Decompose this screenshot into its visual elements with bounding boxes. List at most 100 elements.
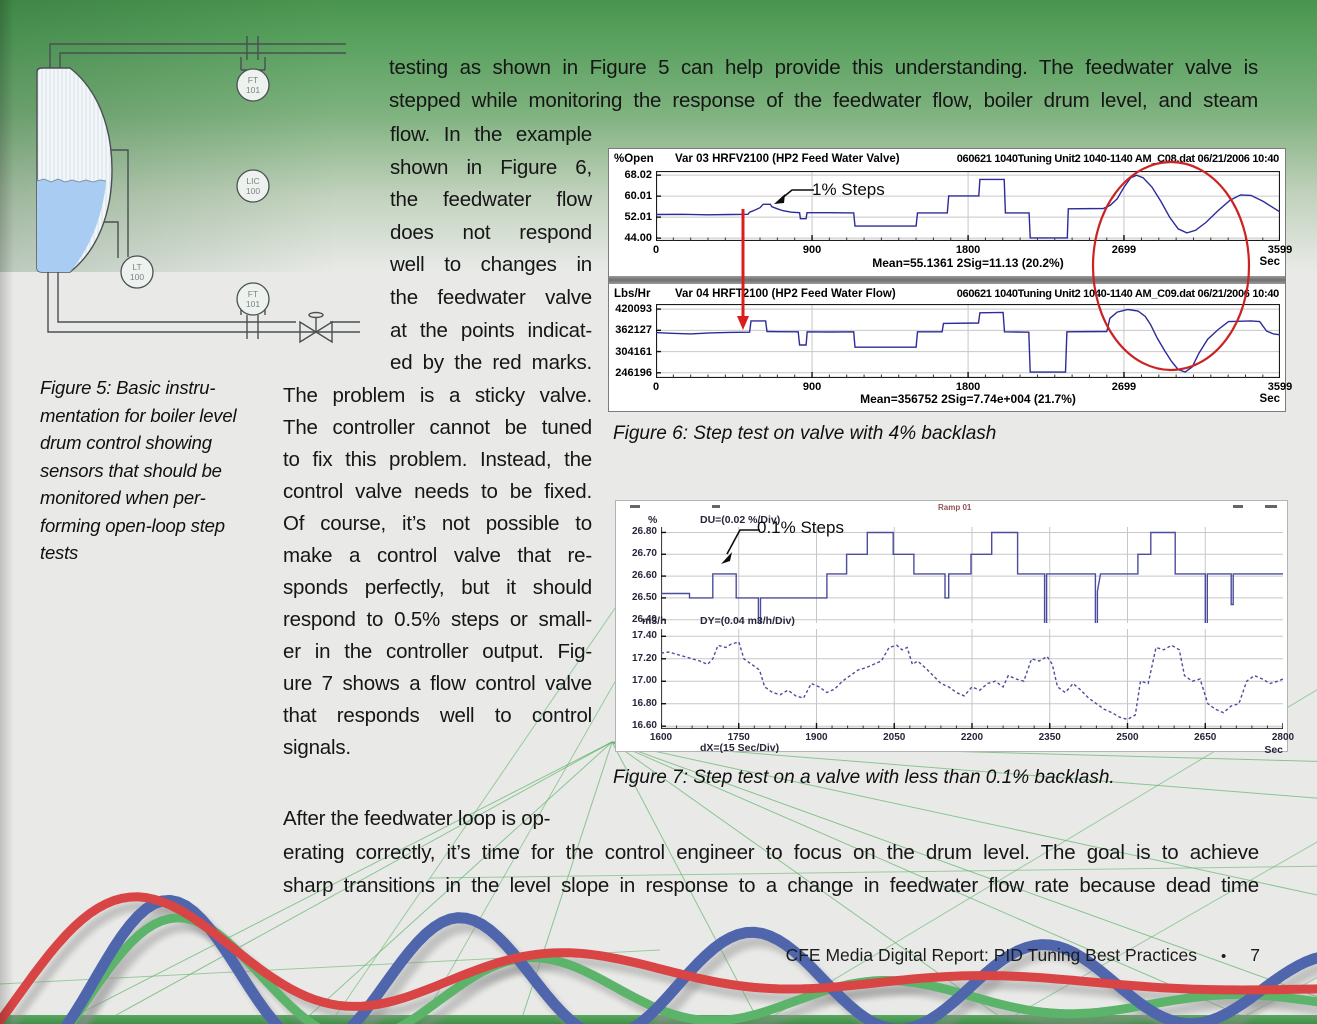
text-line: make a control valve that re- <box>283 540 592 572</box>
fig6-steps-annotation: 1% Steps <box>812 180 885 200</box>
text-line: Figure 5: Basic instru- <box>40 374 258 402</box>
fig6-bottom-chart-xtick: 3599 <box>1258 381 1302 393</box>
footer-page-number: 7 <box>1250 945 1260 965</box>
ft-101-steam-label-line2: 101 <box>246 85 260 95</box>
fig6-top-chart-xtick: 900 <box>790 244 834 256</box>
fig7-bottom-chart-ytick: 17.20 <box>613 653 657 664</box>
lic-100-label-line1: LIC <box>246 176 259 186</box>
fig6-bottom-chart-xtick: 1800 <box>946 381 990 393</box>
fig7-ramp-label: Ramp 01 <box>938 503 971 512</box>
drum-water-level <box>37 179 106 272</box>
fig6-bottom-chart-ytick: 246196 <box>608 367 652 379</box>
text-line: sensors that should be <box>40 457 258 485</box>
fig7-toolbar-mark <box>712 505 720 508</box>
instrument-bubbles: FT 101 LIC 100 LT 100 FT 101 <box>121 69 269 315</box>
text-line: The controller cannot be tuned <box>283 412 592 444</box>
text-line: sponds perfectly, but it should <box>283 572 592 604</box>
fig6-bottom-chart-ytick: 362127 <box>608 324 652 336</box>
text-line: monitored when per- <box>40 484 258 512</box>
text-line: does not respond <box>390 217 592 250</box>
fig6-bottom-chart-xtick: 2699 <box>1102 381 1146 393</box>
fig7-bottom-chart-xunit: Sec <box>1243 744 1283 756</box>
fig7-dy-scale-label: DY=(0.04 m3/h/Div) <box>700 615 795 627</box>
text-line: tests <box>40 539 258 567</box>
text-line: ure 7 shows a flow control valve <box>283 668 592 700</box>
fig6-bottom-unit-label: Lbs/Hr <box>614 288 650 300</box>
text-line: the feedwater valve <box>390 282 592 315</box>
text-line: flow. In the example <box>390 119 592 152</box>
fig6-bottom-chart-ytick: 304161 <box>608 346 652 358</box>
fig7-bottom-chart-ytick: 17.00 <box>613 675 657 686</box>
lic-100-label-line2: 100 <box>246 186 260 196</box>
fig7-bottom-chart-xtick: 2500 <box>1106 732 1150 743</box>
fig7-top-chart-ytick: 26.60 <box>613 570 657 581</box>
figure5-boiler-drum-diagram: FT 101 LIC 100 LT 100 FT 101 <box>0 0 400 380</box>
text-line: stepped while monitoring the response of… <box>389 85 1258 118</box>
fig6-top-unit-label: %Open <box>614 153 654 165</box>
figure6-caption: Figure 6: Step test on valve with 4% bac… <box>613 423 996 445</box>
column-paragraph-sticky-valve: The problem is a sticky valve.The contro… <box>283 380 592 764</box>
text-line: signals. <box>283 732 592 764</box>
text-line: well to changes in <box>390 249 592 282</box>
fig7-bottom-plot-area <box>661 629 1283 729</box>
fig7-top-chart-ytick: 26.80 <box>613 526 657 537</box>
fig6-top-chart-xtick: 0 <box>634 244 678 256</box>
fig6-top-chart-xtick: 3599 <box>1258 244 1302 256</box>
ft-101-steam-label-line1: FT <box>248 75 258 85</box>
fig6-bottom-chart-xtick: 900 <box>790 381 834 393</box>
figure5-caption: Figure 5: Basic instru-mentation for boi… <box>40 374 258 567</box>
fig6-top-chart-xtick: 1800 <box>946 244 990 256</box>
after-feedwater-paragraph: After the feedwater loop is op- <box>283 803 703 836</box>
fig6-bottom-chart-xtick: 0 <box>634 381 678 393</box>
text-line: er in the controller output. Fig- <box>283 636 592 668</box>
ft-101-feedwater-label-line2: 101 <box>246 299 260 309</box>
fig6-top-chart-ytick: 52.01 <box>608 211 652 223</box>
figure7-caption: Figure 7: Step test on a valve with less… <box>613 767 1115 789</box>
lt-100-label-line1: LT <box>132 262 141 272</box>
fig6-red-step-arrow <box>734 206 752 332</box>
fig7-toolbar-mark <box>630 505 640 508</box>
fig6-bottom-chart-xunit: Sec <box>1240 393 1280 405</box>
fig6-top-chart-ytick: 60.01 <box>608 190 652 202</box>
fig7-bottom-chart-xtick: 2050 <box>872 732 916 743</box>
boiler-drum <box>37 68 112 272</box>
text-line: control valve needs to be fixed. <box>283 476 592 508</box>
fig6-top-chart-ytick: 44.00 <box>608 232 652 244</box>
fig7-bottom-chart-ytick: 16.80 <box>613 698 657 709</box>
fig7-top-chart-ytick: 26.70 <box>613 548 657 559</box>
fig7-bottom-chart-svg <box>661 629 1283 729</box>
footer-bullet-icon: • <box>1221 948 1226 965</box>
text-line: respond to 0.5% steps or small- <box>283 604 592 636</box>
page-footer: CFE Media Digital Report: PID Tuning Bes… <box>786 945 1260 966</box>
fig7-top-unit-label: % <box>648 514 657 526</box>
fig7-bottom-chart-xtick: 1900 <box>795 732 839 743</box>
fig7-top-chart-ytick: 26.40 <box>613 614 657 625</box>
fig6-top-chart-ytick: 68.02 <box>608 169 652 181</box>
fig7-top-chart-ytick: 26.50 <box>613 592 657 603</box>
fig6-annotation-arrow-icon <box>768 183 814 209</box>
text-line: The problem is a sticky valve. <box>283 380 592 412</box>
text-line: testing as shown in Figure 5 can help pr… <box>389 52 1258 85</box>
bottom-paragraph: erating correctly, it’s time for the con… <box>283 836 1259 902</box>
fig7-dx-scale-label: dX=(15 Sec/Div) <box>700 742 779 754</box>
fig7-steps-annotation: 0.1% Steps <box>757 518 844 538</box>
fig7-bottom-chart-xtick: 2650 <box>1183 732 1227 743</box>
fig7-bottom-chart-xtick: 2200 <box>950 732 994 743</box>
text-line: sharp transitions in the level slope in … <box>283 869 1259 902</box>
text-line: at the points indicat- <box>390 315 592 348</box>
text-line: mentation for boiler level <box>40 402 258 430</box>
text-line: forming open-loop step <box>40 512 258 540</box>
fig6-bottom-title: Var 04 HRFT2100 (HP2 Feed Water Flow) <box>675 288 896 300</box>
fig7-bottom-chart-xtick: 1600 <box>639 732 683 743</box>
fig6-bottom-chart-ytick: 420093 <box>608 303 652 315</box>
column-paragraph-figure6: flow. In the exampleshown in Figure 6,th… <box>390 119 592 380</box>
fig6-top-title: Var 03 HRFV2100 (HP2 Feed Water Valve) <box>675 153 900 165</box>
fig7-bottom-chart-xtick: 1750 <box>717 732 761 743</box>
text-line: drum control showing <box>40 429 258 457</box>
text-line: erating correctly, it’s time for the con… <box>283 836 1259 869</box>
intro-paragraph: testing as shown in Figure 5 can help pr… <box>389 52 1258 117</box>
text-line: Of course, it’s not possible to <box>283 508 592 540</box>
footer-report-title: CFE Media Digital Report: PID Tuning Bes… <box>786 945 1197 965</box>
lt-100-label-line2: 100 <box>130 272 144 282</box>
fig7-bottom-chart-ytick: 16.60 <box>613 720 657 731</box>
